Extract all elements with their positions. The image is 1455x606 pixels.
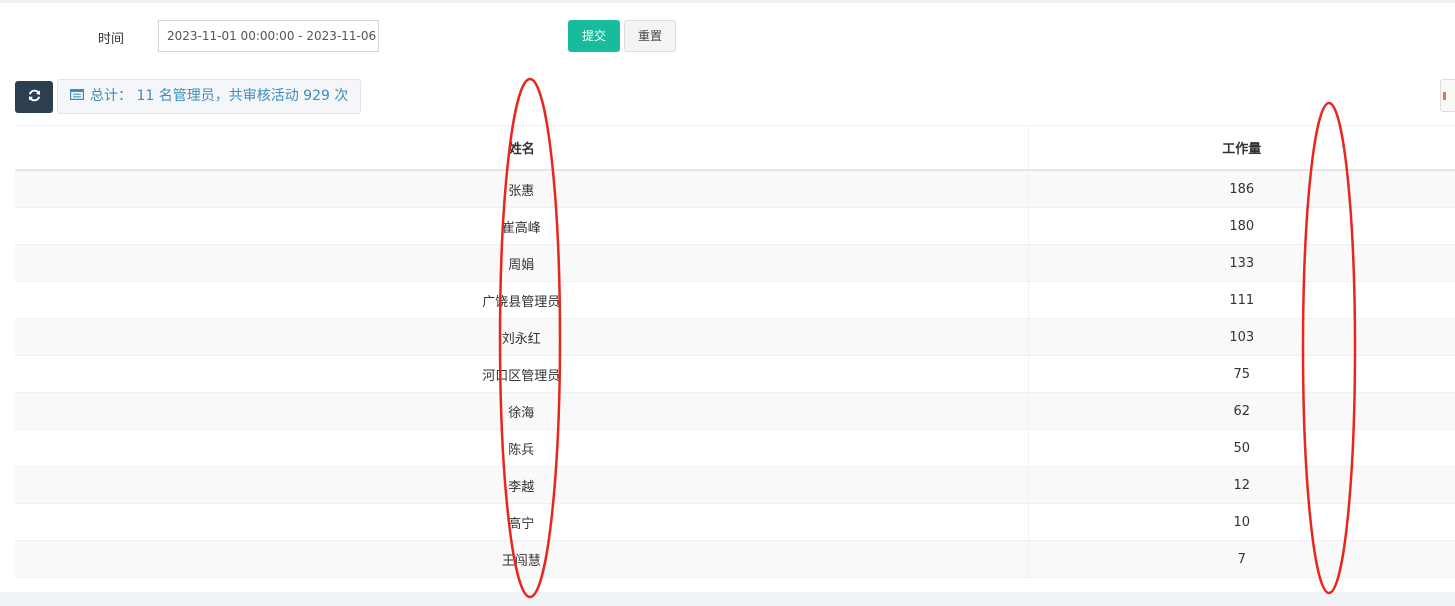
cell-name: 周娟	[15, 244, 1029, 282]
refresh-icon	[28, 89, 40, 102]
cell-workload: 50	[1028, 429, 1455, 467]
workload-table: 姓名 工作量 张惠 186 崔高峰 180 周娟 133 广饶县管理员 111 刘永红 103 河口…	[15, 125, 1455, 578]
list-icon	[70, 89, 84, 100]
table-row: 刘永红 103	[15, 318, 1455, 356]
table-row: 高宁 10	[15, 503, 1455, 541]
table-row: 崔高峰 180	[15, 207, 1455, 245]
table-row: 王闯慧 7	[15, 540, 1455, 578]
table-row: 张惠 186	[15, 170, 1455, 208]
table-row: 河口区管理员 75	[15, 355, 1455, 393]
cell-name: 刘永红	[15, 318, 1029, 356]
cell-workload: 7	[1028, 540, 1455, 578]
export-button[interactable]	[1440, 79, 1455, 112]
cell-workload: 180	[1028, 207, 1455, 245]
cell-name: 广饶县管理员	[15, 281, 1029, 319]
submit-button[interactable]: 提交	[568, 20, 620, 52]
cell-name: 徐海	[15, 392, 1029, 430]
total-summary: 总计： 11 名管理员，共审核活动 929 次	[57, 79, 362, 114]
cell-workload: 133	[1028, 244, 1455, 282]
content-panel: 时间 2023-11-01 00:00:00 - 2023-11-06 提交 重…	[0, 0, 1455, 592]
export-icon	[1443, 92, 1446, 100]
total-summary-text: 总计： 11 名管理员，共审核活动 929 次	[90, 88, 349, 104]
cell-workload: 10	[1028, 503, 1455, 541]
column-header-name[interactable]: 姓名	[15, 125, 1029, 171]
cell-workload: 111	[1028, 281, 1455, 319]
cell-workload: 12	[1028, 466, 1455, 504]
cell-name: 高宁	[15, 503, 1029, 541]
table-row: 李越 12	[15, 466, 1455, 504]
table-header-row: 姓名 工作量	[15, 125, 1455, 171]
cell-name: 陈兵	[15, 429, 1029, 467]
table-row: 徐海 62	[15, 392, 1455, 430]
table-row: 周娟 133	[15, 244, 1455, 282]
reset-button[interactable]: 重置	[624, 20, 676, 52]
cell-name: 王闯慧	[15, 540, 1029, 578]
cell-name: 崔高峰	[15, 207, 1029, 245]
time-filter-label: 时间	[98, 32, 125, 47]
cell-workload: 62	[1028, 392, 1455, 430]
cell-name: 张惠	[15, 170, 1029, 208]
refresh-button[interactable]	[15, 81, 53, 113]
cell-name: 李越	[15, 466, 1029, 504]
time-range-input[interactable]: 2023-11-01 00:00:00 - 2023-11-06	[158, 20, 379, 52]
table-row: 陈兵 50	[15, 429, 1455, 467]
cell-name: 河口区管理员	[15, 355, 1029, 393]
cell-workload: 103	[1028, 318, 1455, 356]
cell-workload: 75	[1028, 355, 1455, 393]
table-row: 广饶县管理员 111	[15, 281, 1455, 319]
column-header-workload[interactable]: 工作量	[1028, 125, 1455, 171]
cell-workload: 186	[1028, 170, 1455, 208]
